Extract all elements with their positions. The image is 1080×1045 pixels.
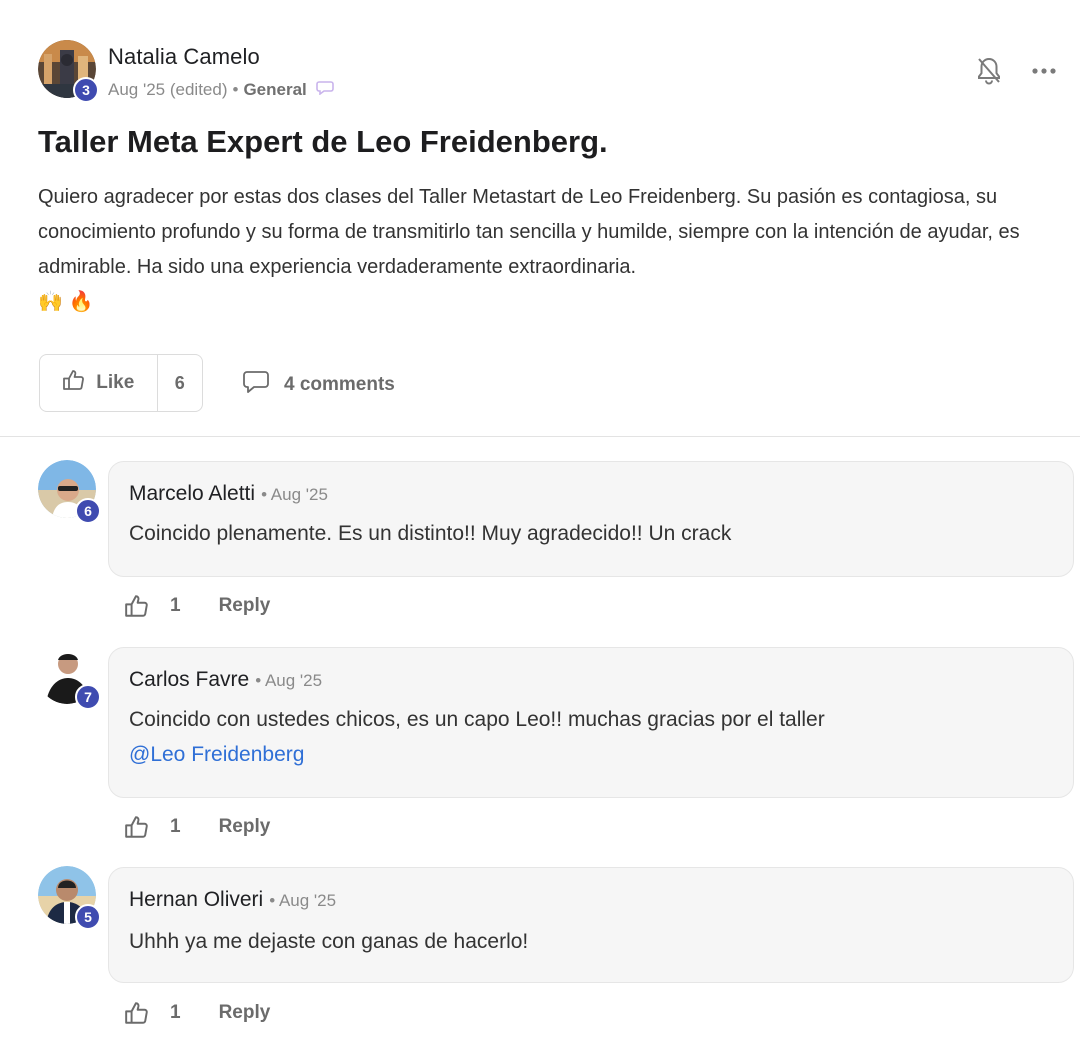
comment-author-line: Carlos Favre • Aug '25 [129, 668, 322, 692]
comment-text: Coincido con ustedes chicos, es un capo … [129, 702, 825, 772]
like-label: Like [96, 372, 135, 393]
comment-actions: 1 Reply [124, 594, 270, 618]
mention-link[interactable]: @Leo Freidenberg [129, 737, 825, 772]
like-count[interactable]: 6 [156, 355, 202, 411]
comment-icon [242, 370, 270, 400]
comment-author-line: Hernan Oliveri • Aug '25 [129, 888, 336, 912]
chat-bubble-icon [315, 80, 334, 100]
comment-author-line: Marcelo Aletti • Aug '25 [129, 482, 328, 506]
reply-button[interactable]: Reply [219, 816, 271, 838]
header-actions [976, 56, 1056, 86]
thumbs-up-icon [62, 369, 86, 397]
comment-like-count[interactable]: 1 [170, 816, 181, 838]
author-avatar[interactable]: 3 [38, 40, 99, 103]
thumbs-up-icon[interactable] [124, 815, 150, 839]
comment-bubble: Marcelo Aletti • Aug '25 Coincido plename… [108, 461, 1074, 577]
comments-count-label: 4 comments [284, 374, 395, 395]
level-badge: 7 [75, 684, 101, 710]
post-date[interactable]: Aug '25 (edited) [108, 80, 228, 100]
meta-separator: • [232, 80, 239, 99]
post-header: 3 Natalia Camelo Aug '25 (edited) • Gene… [38, 40, 1062, 104]
post-body-text: Quiero agradecer por estas dos clases de… [38, 186, 1020, 278]
commenter-avatar[interactable]: 6 [38, 460, 101, 524]
level-badge: 5 [75, 904, 101, 930]
post-category[interactable]: General [243, 80, 306, 100]
author-name[interactable]: Natalia Camelo [108, 44, 260, 70]
reply-button[interactable]: Reply [219, 595, 271, 617]
comment-author[interactable]: Marcelo Aletti [129, 482, 255, 505]
comment-like-count[interactable]: 1 [170, 595, 181, 617]
comment-text: Coincido plenamente. Es un distinto!! Mu… [129, 522, 732, 545]
bell-off-icon[interactable] [976, 56, 1002, 86]
comment-date[interactable]: • Aug '25 [261, 485, 328, 504]
comment-bubble: Carlos Favre • Aug '25 Coincido con usted… [108, 647, 1074, 798]
comment-text-body: Coincido con ustedes chicos, es un capo … [129, 708, 825, 731]
comment-text: Uhhh ya me dejaste con ganas de hacerlo! [129, 930, 529, 953]
level-badge: 3 [73, 77, 99, 103]
comment-date[interactable]: • Aug '25 [255, 671, 322, 690]
comment-author[interactable]: Carlos Favre [129, 668, 249, 691]
thumbs-up-icon[interactable] [124, 1001, 150, 1025]
post-body: Quiero agradecer por estas dos clases de… [38, 180, 1048, 320]
post-meta: Aug '25 (edited) • General [108, 80, 334, 100]
reply-button[interactable]: Reply [219, 1002, 271, 1024]
divider [0, 436, 1080, 437]
level-badge: 6 [75, 498, 101, 524]
post-page: 3 Natalia Camelo Aug '25 (edited) • Gene… [0, 0, 1080, 1045]
comment-actions: 1 Reply [124, 815, 270, 839]
comment-actions: 1 Reply [124, 1001, 270, 1025]
commenter-avatar[interactable]: 5 [38, 866, 101, 930]
like-group: Like 6 [39, 354, 203, 412]
commenter-avatar[interactable]: 7 [38, 646, 101, 710]
comments-link[interactable]: 4 comments [242, 370, 395, 400]
comment-date[interactable]: • Aug '25 [269, 891, 336, 910]
thumbs-up-icon[interactable] [124, 594, 150, 618]
comment-bubble: Hernan Oliveri • Aug '25 Uhhh ya me dejas… [108, 867, 1074, 983]
post-emojis: 🙌 🔥 [38, 291, 94, 313]
like-button[interactable]: Like [40, 355, 157, 411]
more-horizontal-icon[interactable] [1032, 67, 1056, 75]
comment-like-count[interactable]: 1 [170, 1002, 181, 1024]
comment-author[interactable]: Hernan Oliveri [129, 888, 263, 911]
post-title: Taller Meta Expert de Leo Freidenberg. [38, 124, 608, 159]
